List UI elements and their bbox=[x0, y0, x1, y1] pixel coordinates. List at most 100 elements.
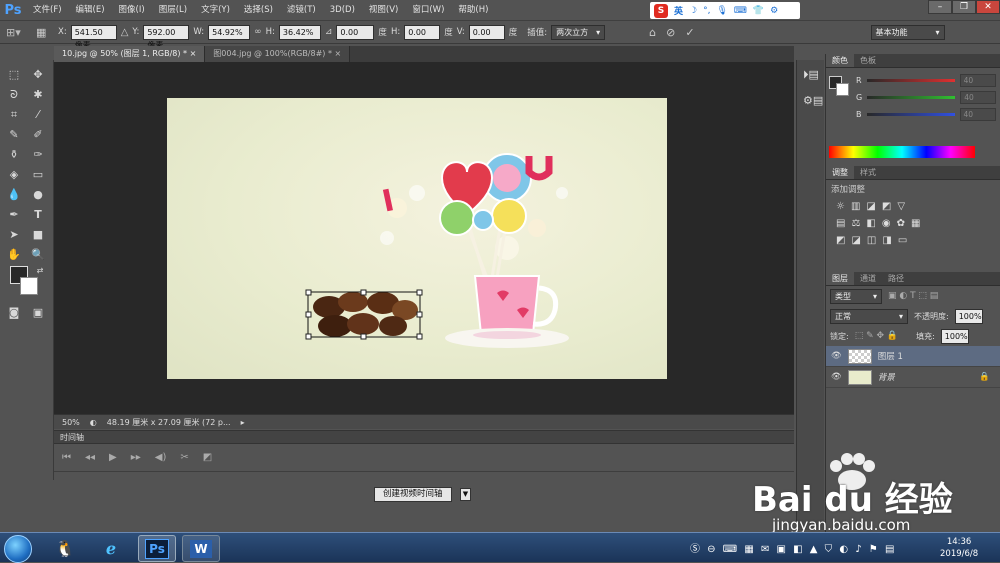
menu-filter[interactable]: 滤镜(T) bbox=[280, 0, 323, 20]
green-value[interactable]: 40 bbox=[960, 91, 997, 104]
stamp-tool-icon[interactable]: ⚱ bbox=[4, 146, 24, 164]
close-button[interactable]: ✕ bbox=[976, 0, 1000, 14]
vskew-input[interactable]: 0.00 bbox=[468, 24, 505, 40]
moon-icon[interactable]: ☽ bbox=[689, 6, 697, 16]
color-spectrum[interactable] bbox=[829, 146, 975, 158]
posterize-icon[interactable]: ◪ bbox=[851, 235, 860, 246]
curves-icon[interactable]: ◪ bbox=[866, 201, 875, 212]
transition-icon[interactable]: ◩ bbox=[203, 452, 212, 463]
exposure-icon[interactable]: ◩ bbox=[882, 201, 891, 212]
interpolation-select[interactable]: 两次立方 ▾ bbox=[551, 24, 606, 40]
menu-file[interactable]: 文件(F) bbox=[26, 0, 69, 20]
x-input[interactable]: 541.50 像素 bbox=[70, 24, 117, 50]
clock[interactable]: 14:36 2019/6/8 bbox=[940, 536, 978, 560]
shirt-icon[interactable]: 👕 bbox=[753, 6, 764, 16]
layer-row-background[interactable]: 👁 背景 🔒 bbox=[826, 367, 1000, 388]
minimize-button[interactable]: – bbox=[928, 0, 952, 14]
background-color-swatch[interactable] bbox=[836, 83, 849, 96]
lasso-tool-icon[interactable]: ᘐ bbox=[4, 86, 24, 104]
menu-3d[interactable]: 3D(D) bbox=[323, 0, 362, 20]
tab-color[interactable]: 颜色 bbox=[826, 54, 854, 67]
tab-adjustments[interactable]: 调整 bbox=[826, 166, 854, 179]
info-icon[interactable]: ◐ bbox=[90, 418, 97, 427]
photoshop-taskbar-button[interactable]: Ps bbox=[138, 535, 176, 562]
marquee-tool-icon[interactable]: ⬚ bbox=[4, 66, 24, 84]
opacity-input[interactable]: 100% bbox=[954, 308, 983, 324]
eye-icon[interactable]: 👁 bbox=[831, 372, 842, 382]
menu-view[interactable]: 视图(V) bbox=[362, 0, 405, 20]
layer-name[interactable]: 图层 1 bbox=[878, 350, 903, 362]
zoom-level[interactable]: 50% bbox=[62, 418, 80, 427]
start-button[interactable] bbox=[4, 535, 32, 563]
audio-icon[interactable]: ◀) bbox=[155, 452, 167, 463]
menu-help[interactable]: 帮助(H) bbox=[451, 0, 495, 20]
angle-input[interactable]: 0.00 bbox=[336, 24, 375, 40]
menu-type[interactable]: 文字(Y) bbox=[194, 0, 237, 20]
first-frame-icon[interactable]: ⏮ bbox=[62, 452, 71, 463]
transform-tool-icon[interactable]: ⊞▾ bbox=[6, 26, 32, 39]
gradient-tool-icon[interactable]: ▭ bbox=[28, 166, 48, 184]
commit-transform-icon[interactable]: ✓ bbox=[685, 26, 694, 39]
layer-filter-select[interactable]: 类型 ▾ bbox=[830, 288, 882, 304]
blend-mode-select[interactable]: 正常 ▾ bbox=[830, 308, 908, 324]
gradient-map-icon[interactable]: ▭ bbox=[898, 235, 907, 246]
hand-tool-icon[interactable]: ✋ bbox=[4, 246, 24, 264]
settings-icon[interactable]: ⚙ bbox=[770, 6, 778, 16]
hskew-input[interactable]: 0.00 bbox=[404, 24, 441, 40]
threshold-icon[interactable]: ◫ bbox=[867, 235, 876, 246]
layer-row-layer1[interactable]: 👁 图层 1 bbox=[826, 346, 1000, 367]
chevron-right-icon[interactable]: ▸ bbox=[241, 418, 245, 427]
workspace-select[interactable]: 基本功能 ▾ bbox=[870, 24, 945, 40]
height-input[interactable]: 36.42% bbox=[278, 24, 321, 40]
prev-frame-icon[interactable]: ◂◂ bbox=[85, 452, 95, 463]
width-input[interactable]: 54.92% bbox=[208, 24, 251, 40]
path-select-icon[interactable]: ➤ bbox=[4, 226, 24, 244]
swap-colors-icon[interactable]: ⇄ bbox=[30, 262, 50, 280]
menu-image[interactable]: 图像(I) bbox=[112, 0, 152, 20]
fill-input[interactable]: 100% bbox=[940, 328, 969, 344]
menu-edit[interactable]: 编辑(E) bbox=[69, 0, 112, 20]
close-icon[interactable]: × bbox=[335, 49, 342, 58]
chevron-down-icon[interactable]: ▼ bbox=[460, 488, 471, 501]
create-video-timeline-button[interactable]: 创建视频时间轴 bbox=[374, 487, 452, 502]
cancel-transform-icon[interactable]: ⊘ bbox=[666, 26, 675, 39]
system-tray[interactable]: Ⓢ ⊖ ⌨ ▦ ✉ ▣ ◧ ▲ ⛉ ◐ ♪ ⚑ ▤ bbox=[690, 540, 896, 555]
hue-icon[interactable]: ▤ bbox=[836, 218, 845, 229]
history-icon[interactable]: ⏵▤ bbox=[803, 68, 819, 82]
invert-icon[interactable]: ◩ bbox=[836, 235, 845, 246]
dodge-tool-icon[interactable]: ● bbox=[28, 186, 48, 204]
blur-tool-icon[interactable]: 💧 bbox=[4, 186, 24, 204]
tab-swatches[interactable]: 色板 bbox=[854, 54, 882, 67]
type-tool-icon[interactable]: T bbox=[28, 206, 48, 224]
ime-toolbar[interactable]: S 英 ☽ °, 🎙 ⌨ 👕 ⚙ bbox=[650, 2, 800, 19]
close-icon[interactable]: × bbox=[190, 49, 197, 58]
menu-select[interactable]: 选择(S) bbox=[237, 0, 280, 20]
move-tool-icon[interactable]: ✥ bbox=[28, 66, 48, 84]
play-icon[interactable]: ▶ bbox=[109, 452, 117, 463]
filter-icons[interactable]: ▣ ◐ T ⬚ ▤ bbox=[888, 291, 938, 301]
y-input[interactable]: 592.00 像素 bbox=[143, 24, 190, 50]
eye-icon[interactable]: 👁 bbox=[831, 351, 842, 361]
tab-layers[interactable]: 图层 bbox=[826, 272, 854, 285]
restore-button[interactable]: ❐ bbox=[952, 0, 976, 14]
magic-wand-icon[interactable]: ✱ bbox=[28, 86, 48, 104]
menu-window[interactable]: 窗口(W) bbox=[405, 0, 451, 20]
lookup-icon[interactable]: ▦ bbox=[911, 218, 920, 229]
qq-icon[interactable]: 🐧 bbox=[46, 535, 84, 562]
document-canvas[interactable]: I bbox=[167, 98, 667, 379]
blue-slider[interactable] bbox=[866, 113, 955, 116]
ie-icon[interactable]: ℯ bbox=[92, 535, 130, 562]
vibrance-icon[interactable]: ▽ bbox=[897, 201, 905, 212]
lock-icons[interactable]: ⬚ ✎ ✥ 🔒 bbox=[855, 331, 898, 341]
punctuation-icon[interactable]: °, bbox=[703, 6, 710, 16]
reference-point-icon[interactable]: ▦ bbox=[36, 26, 54, 39]
selective-color-icon[interactable]: ◨ bbox=[882, 235, 891, 246]
screen-mode-icon[interactable]: ▣ bbox=[28, 304, 48, 322]
tab-document-1[interactable]: 10.jpg @ 50% (图层 1, RGB/8) * × bbox=[54, 46, 206, 62]
levels-icon[interactable]: ▥ bbox=[851, 201, 860, 212]
ime-mode[interactable]: 英 bbox=[674, 4, 683, 17]
layer-name[interactable]: 背景 bbox=[878, 371, 895, 383]
healing-brush-icon[interactable]: ✎ bbox=[4, 126, 24, 144]
keyboard-icon[interactable]: ⌨ bbox=[734, 6, 747, 16]
tab-paths[interactable]: 路径 bbox=[882, 272, 910, 285]
